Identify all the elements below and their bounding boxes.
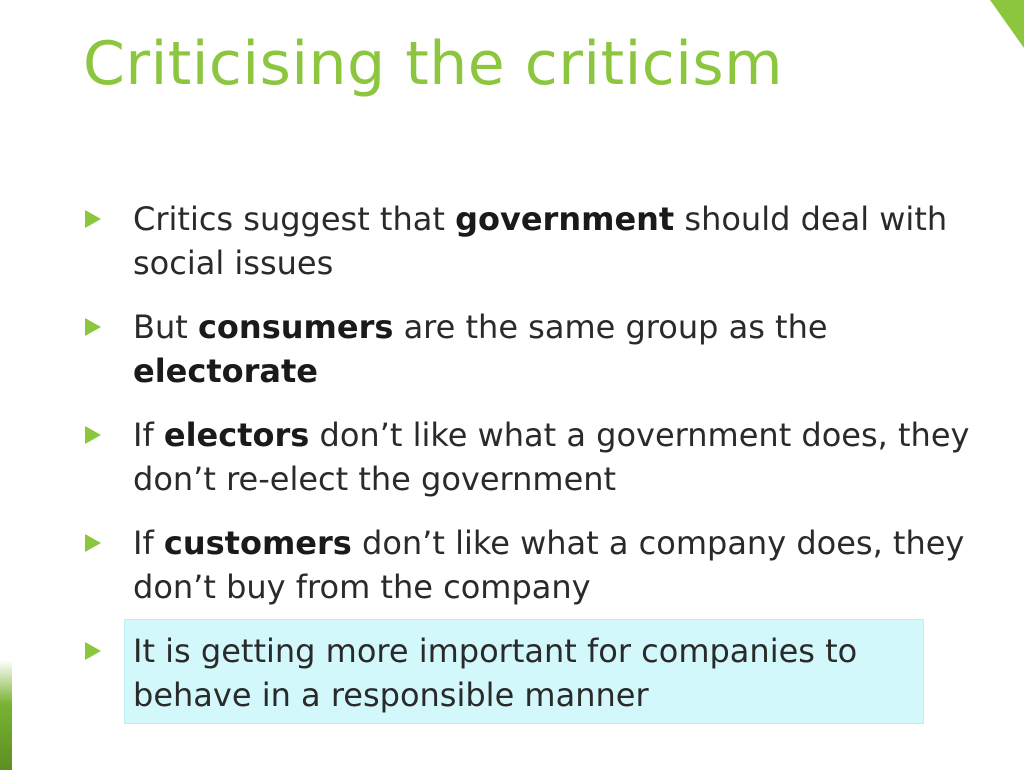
bullet-text: It is getting more important for compani… xyxy=(133,632,858,714)
bullet-text-part: are the same group as the xyxy=(393,308,828,346)
bullet-arrow-icon xyxy=(85,534,101,552)
bullet-text: If customers don’t like what a company d… xyxy=(133,521,985,609)
side-accent-shape xyxy=(0,660,12,770)
bullet-text-part: If xyxy=(133,524,164,562)
bullet-text: Critics suggest that government should d… xyxy=(133,197,985,285)
bullet-text-part: If xyxy=(133,416,164,454)
bullet-bold-term: consumers xyxy=(197,308,394,346)
bullet-arrow-icon xyxy=(85,318,101,336)
bullet-arrow-icon xyxy=(85,426,101,444)
bullet-text: If electors don’t like what a government… xyxy=(133,413,985,501)
bullet-arrow-icon xyxy=(85,210,101,228)
bullet-bold-term: government xyxy=(455,200,675,238)
bullet-item: But consumers are the same group as the … xyxy=(85,305,985,393)
bullet-text-part: But xyxy=(133,308,198,346)
bullet-bold-term: electors xyxy=(163,416,310,454)
corner-accent-shape xyxy=(990,0,1024,48)
bullet-list: Critics suggest that government should d… xyxy=(85,197,985,717)
slide-title: Criticising the criticism xyxy=(83,29,784,99)
bullet-item-highlighted: It is getting more important for compani… xyxy=(85,629,985,717)
bullet-item: If customers don’t like what a company d… xyxy=(85,521,985,609)
bullet-arrow-icon xyxy=(85,642,101,660)
bullet-item: If electors don’t like what a government… xyxy=(85,413,985,501)
bullet-bold-term: customers xyxy=(163,524,352,562)
bullet-text-part: Critics suggest that xyxy=(133,200,456,238)
bullet-item: Critics suggest that government should d… xyxy=(85,197,985,285)
bullet-bold-term: electorate xyxy=(133,352,318,390)
bullet-text: But consumers are the same group as the … xyxy=(133,305,985,393)
slide: Criticising the criticism Critics sugges… xyxy=(0,0,1024,770)
